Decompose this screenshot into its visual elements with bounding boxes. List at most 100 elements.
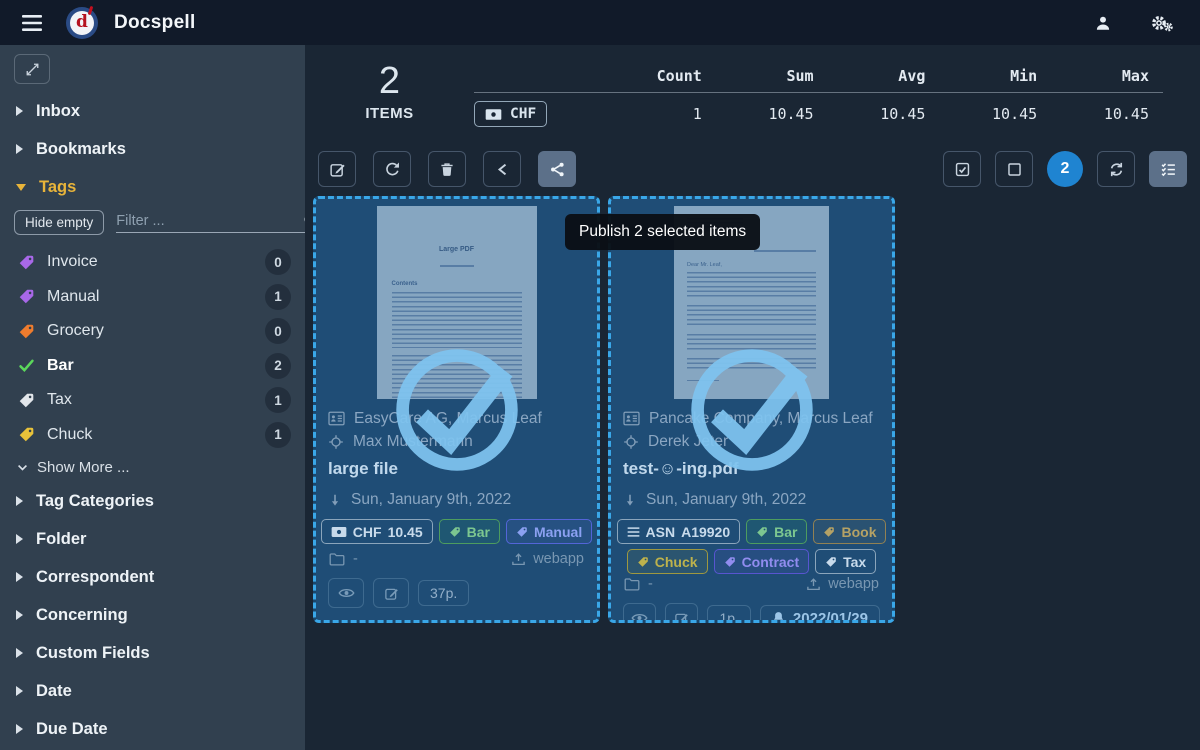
col-header-count: Count <box>604 67 716 85</box>
upload-icon <box>806 577 821 592</box>
delete-button[interactable] <box>428 151 466 187</box>
tag-item-invoice[interactable]: Invoice 0 <box>0 245 305 280</box>
sidebar-item-inbox[interactable]: Inbox <box>0 92 305 130</box>
top-navbar: d Docspell <box>0 0 1200 45</box>
sidebar-item-due-date[interactable]: Due Date <box>0 710 305 748</box>
sidebar-item-bookmarks[interactable]: Bookmarks <box>0 130 305 168</box>
share-icon <box>549 161 566 178</box>
tag-count-badge: 0 <box>265 249 291 275</box>
settings-gears-icon[interactable] <box>1142 9 1182 37</box>
show-more-tags[interactable]: Show More ... <box>0 452 305 482</box>
item-title: large file <box>328 459 585 483</box>
eye-icon <box>338 586 355 600</box>
item-date-row: Sun, January 9th, 2022 <box>623 488 880 511</box>
sidebar-item-custom-fields[interactable]: Custom Fields <box>0 634 305 672</box>
sidebar-item-tags[interactable]: Tags <box>0 168 305 206</box>
tag-icon <box>724 556 736 568</box>
item-card-large-file[interactable]: Large PDF Contents EasyCare AG, Marcus L… <box>313 196 600 623</box>
reprocess-button[interactable] <box>373 151 411 187</box>
tag-filter-input[interactable] <box>116 213 303 229</box>
merge-button[interactable] <box>483 151 521 187</box>
folder-icon <box>624 577 640 591</box>
folder-source-row: - webapp <box>328 549 585 569</box>
tag-icon <box>756 526 768 538</box>
edit-icon <box>384 586 399 601</box>
folder-value: - <box>648 576 653 592</box>
item-count: 2 <box>305 61 474 103</box>
tag-badge-tax: Tax <box>815 549 876 574</box>
tag-item-chuck[interactable]: Chuck 1 <box>0 418 305 453</box>
tag-icon <box>449 526 461 538</box>
sidebar-expand-button[interactable] <box>14 54 50 84</box>
tag-badge-book: Book <box>813 519 886 544</box>
select-all-button[interactable] <box>943 151 981 187</box>
bell-icon <box>772 611 785 623</box>
list-view-button[interactable] <box>1149 151 1187 187</box>
selected-count-badge: 2 <box>1047 151 1083 187</box>
concerning-row: Max Mustermann <box>328 430 585 453</box>
caret-right-icon <box>16 724 23 734</box>
tag-icon <box>18 426 35 443</box>
stat-max-value: 10.45 <box>1051 105 1163 123</box>
preview-button[interactable] <box>328 578 364 608</box>
tag-count-badge: 1 <box>265 284 291 310</box>
source-value: webapp <box>828 576 879 592</box>
item-title: test-☺-ing.pdf <box>623 459 880 483</box>
sidebar-item-date[interactable]: Date <box>0 672 305 710</box>
crosshairs-icon <box>623 434 639 450</box>
redo-icon <box>384 161 401 178</box>
card-footer: 1p. 2022/01/29 <box>623 603 880 623</box>
edit-item-button[interactable] <box>373 578 409 608</box>
asn-badge: ASN A19920 <box>617 519 741 544</box>
chevron-down-icon <box>16 461 29 474</box>
tag-count-badge: 0 <box>265 318 291 344</box>
address-card-icon <box>328 411 345 426</box>
item-count-label: ITEMS <box>305 105 474 122</box>
stats-summary: 2 ITEMS Count Sum Avg Min Max CHF <box>305 45 1200 148</box>
stats-row-chf: CHF 1 10.45 10.45 10.45 10.45 <box>474 101 1163 127</box>
toolbar-left-group <box>318 151 576 187</box>
edit-item-button[interactable] <box>665 603 698 623</box>
tag-item-grocery[interactable]: Grocery 0 <box>0 314 305 349</box>
bars-icon <box>627 526 640 538</box>
tasks-list-icon <box>1160 161 1177 178</box>
crosshairs-icon <box>328 434 344 450</box>
hide-empty-button[interactable]: Hide empty <box>14 210 104 235</box>
tag-icon <box>18 254 35 271</box>
caret-right-icon <box>16 144 23 154</box>
tag-item-bar-selected[interactable]: Bar 2 <box>0 349 305 384</box>
sidebar-item-folder[interactable]: Folder <box>0 520 305 558</box>
sidebar: Inbox Bookmarks Tags Hide empty Invoice … <box>0 45 305 750</box>
eye-icon <box>631 611 648 623</box>
concerning-row: Derek Jeter <box>623 430 880 453</box>
item-card-test-ing-pdf[interactable]: Dear Mr. Leaf, Pancake Company, Marcus L… <box>608 196 895 623</box>
stat-count-value: 1 <box>604 105 716 123</box>
amount-badge: CHF 10.45 <box>321 519 433 544</box>
caret-right-icon <box>16 610 23 620</box>
sidebar-item-correspondent[interactable]: Correspondent <box>0 558 305 596</box>
arrow-down-icon <box>623 492 637 508</box>
edit-icon <box>674 611 689 624</box>
tag-badge-manual: Manual <box>506 519 592 544</box>
tag-count-badge: 1 <box>265 387 291 413</box>
sidebar-item-tag-categories[interactable]: Tag Categories <box>0 482 305 520</box>
menu-icon[interactable] <box>18 11 46 35</box>
deselect-all-button[interactable] <box>995 151 1033 187</box>
user-icon[interactable] <box>1086 10 1120 36</box>
tag-item-manual[interactable]: Manual 1 <box>0 280 305 315</box>
sidebar-item-concerning[interactable]: Concerning <box>0 596 305 634</box>
card-footer: 37p. <box>328 578 585 608</box>
publish-button[interactable] <box>538 151 576 187</box>
tag-item-tax[interactable]: Tax 1 <box>0 383 305 418</box>
toolbar-right-group: 2 <box>943 151 1187 187</box>
upload-icon <box>511 552 526 567</box>
edit-selected-button[interactable] <box>318 151 356 187</box>
caret-right-icon <box>16 106 23 116</box>
tag-icon <box>823 526 835 538</box>
caret-right-icon <box>16 686 23 696</box>
item-date-row: Sun, January 9th, 2022 <box>328 488 585 511</box>
preview-button[interactable] <box>623 603 656 623</box>
folder-value: - <box>353 551 358 567</box>
refresh-button[interactable] <box>1097 151 1135 187</box>
document-thumbnail: Large PDF Contents <box>316 199 597 399</box>
